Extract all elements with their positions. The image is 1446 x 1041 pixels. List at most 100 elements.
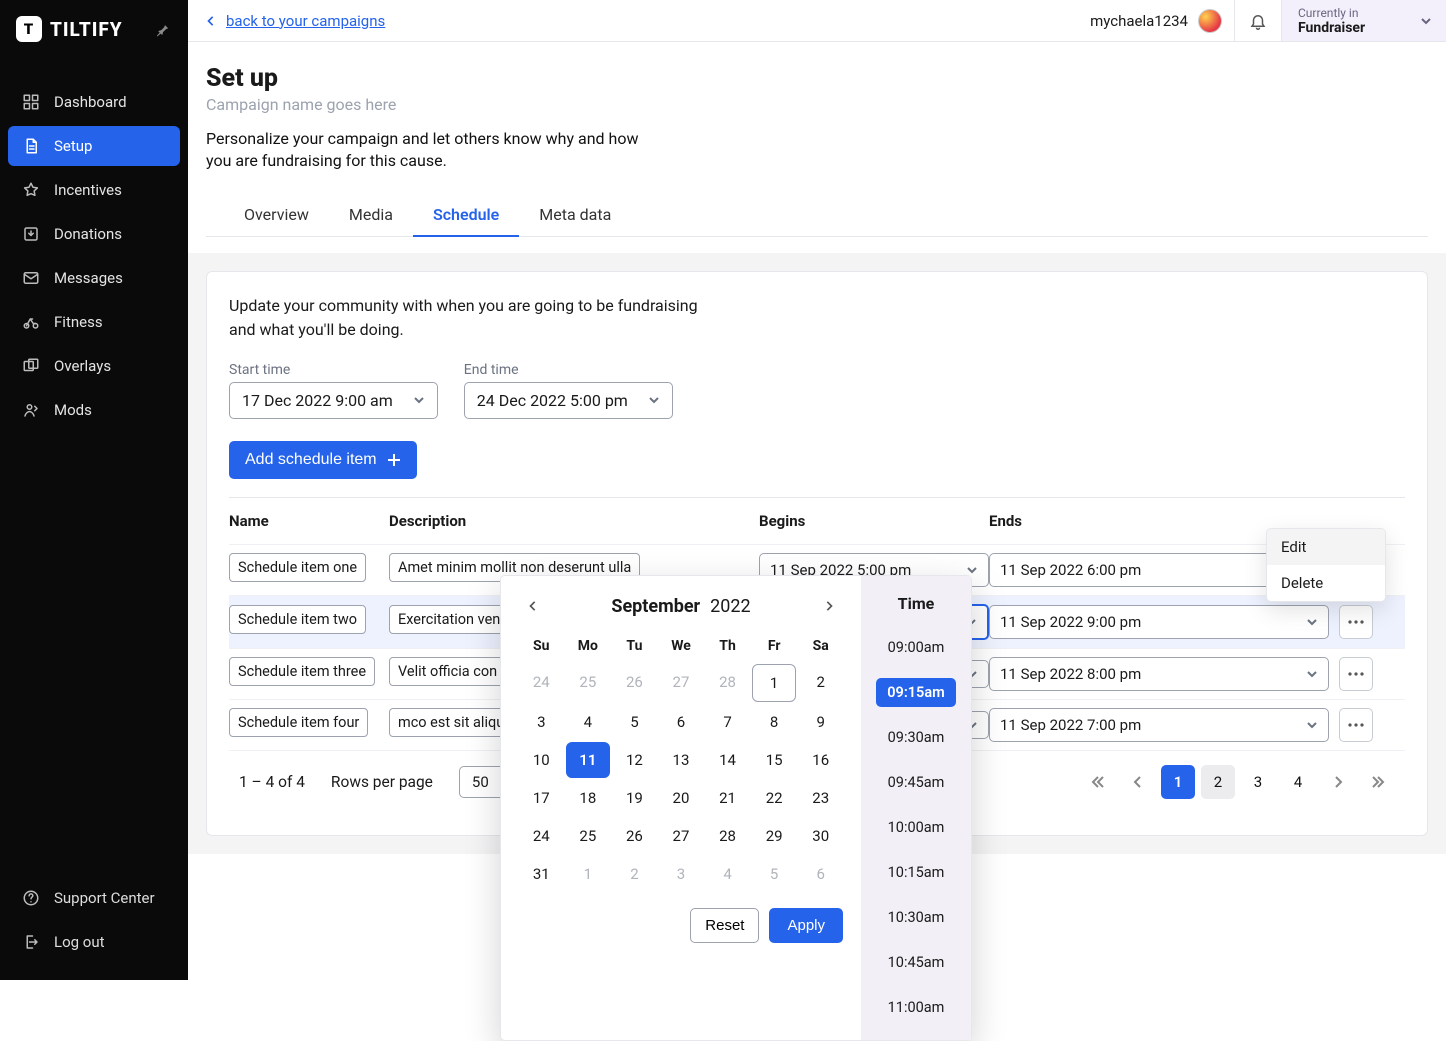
calendar-day[interactable]: 13 xyxy=(659,742,704,778)
page-2[interactable]: 2 xyxy=(1201,765,1235,799)
calendar-day[interactable]: 7 xyxy=(705,704,750,740)
row-name[interactable]: Schedule item four xyxy=(229,708,368,737)
calendar-day[interactable]: 24 xyxy=(519,664,564,702)
context-label: Currently in xyxy=(1298,6,1406,20)
context-switcher[interactable]: Currently in Fundraiser xyxy=(1281,0,1446,41)
apply-button[interactable]: Apply xyxy=(769,908,843,943)
calendar-day[interactable]: 19 xyxy=(612,780,657,816)
page-first[interactable] xyxy=(1081,765,1115,799)
next-month-button[interactable] xyxy=(815,592,843,620)
tab-overview[interactable]: Overview xyxy=(224,195,329,236)
page-prev[interactable] xyxy=(1121,765,1155,799)
tab-media[interactable]: Media xyxy=(329,195,413,236)
calendar-day[interactable]: 26 xyxy=(612,818,657,854)
calendar-day[interactable]: 15 xyxy=(752,742,797,778)
calendar-day[interactable]: 31 xyxy=(519,856,564,892)
calendar-day[interactable]: 5 xyxy=(752,856,797,892)
calendar-day[interactable]: 5 xyxy=(612,704,657,740)
sidebar-item-mods[interactable]: Mods xyxy=(8,390,180,430)
calendar-day[interactable]: 29 xyxy=(752,818,797,854)
calendar-day[interactable]: 3 xyxy=(659,856,704,892)
sidebar-item-support-center[interactable]: Support Center xyxy=(8,878,180,918)
row-ends-input[interactable]: 11 Sep 2022 8:00 pm xyxy=(989,657,1329,691)
row-more-button[interactable] xyxy=(1339,605,1373,639)
page-4[interactable]: 4 xyxy=(1281,765,1315,799)
add-schedule-item-button[interactable]: Add schedule item xyxy=(229,441,417,479)
menu-item-delete[interactable]: Delete xyxy=(1267,565,1385,601)
sidebar-item-donations[interactable]: Donations xyxy=(8,214,180,254)
calendar-day[interactable]: 6 xyxy=(659,704,704,740)
calendar-day[interactable]: 3 xyxy=(519,704,564,740)
sidebar-item-overlays[interactable]: Overlays xyxy=(8,346,180,386)
calendar-day[interactable]: 4 xyxy=(566,704,611,740)
sidebar-item-fitness[interactable]: Fitness xyxy=(8,302,180,342)
page-last[interactable] xyxy=(1361,765,1395,799)
calendar-day[interactable]: 1 xyxy=(566,856,611,892)
row-description[interactable]: Velit officia con xyxy=(389,657,506,686)
time-slot[interactable]: 09:15am xyxy=(876,678,956,707)
calendar-day[interactable]: 12 xyxy=(612,742,657,778)
tab-meta-data[interactable]: Meta data xyxy=(519,195,631,236)
row-name[interactable]: Schedule item three xyxy=(229,657,375,686)
prev-month-button[interactable] xyxy=(519,592,547,620)
calendar-day[interactable]: 23 xyxy=(798,780,843,816)
reset-button[interactable]: Reset xyxy=(690,908,759,943)
calendar-day[interactable]: 24 xyxy=(519,818,564,854)
user-block[interactable]: mychaela1234 xyxy=(1078,0,1234,41)
sidebar-item-setup[interactable]: Setup xyxy=(8,126,180,166)
calendar-day[interactable]: 22 xyxy=(752,780,797,816)
calendar-day[interactable]: 2 xyxy=(798,664,843,702)
sidebar-item-messages[interactable]: Messages xyxy=(8,258,180,298)
calendar-day[interactable]: 25 xyxy=(566,818,611,854)
calendar-day[interactable]: 28 xyxy=(705,818,750,854)
calendar-day[interactable]: 21 xyxy=(705,780,750,816)
pin-icon[interactable] xyxy=(155,22,170,37)
calendar-day[interactable]: 2 xyxy=(612,856,657,892)
calendar-day[interactable]: 11 xyxy=(566,742,611,778)
calendar-day[interactable]: 26 xyxy=(612,664,657,702)
calendar-day[interactable]: 14 xyxy=(705,742,750,778)
page-3[interactable]: 3 xyxy=(1241,765,1275,799)
end-time-input[interactable]: 24 Dec 2022 5:00 pm xyxy=(464,382,673,419)
sidebar-item-incentives[interactable]: Incentives xyxy=(8,170,180,210)
calendar-day[interactable]: 27 xyxy=(659,818,704,854)
calendar-day[interactable]: 10 xyxy=(519,742,564,778)
time-slot[interactable]: 11:00am xyxy=(876,993,956,1022)
calendar-day[interactable]: 6 xyxy=(798,856,843,892)
time-slot[interactable]: 09:00am xyxy=(876,633,956,662)
sidebar-item-dashboard[interactable]: Dashboard xyxy=(8,82,180,122)
time-slot[interactable]: 10:30am xyxy=(876,903,956,932)
calendar-day[interactable]: 16 xyxy=(798,742,843,778)
page-1[interactable]: 1 xyxy=(1161,765,1195,799)
row-name[interactable]: Schedule item two xyxy=(229,605,366,634)
calendar-day[interactable]: 30 xyxy=(798,818,843,854)
calendar-day[interactable]: 27 xyxy=(659,664,704,702)
time-slot[interactable]: 10:15am xyxy=(876,858,956,887)
row-description[interactable]: mco est sit aliqu xyxy=(389,708,513,737)
calendar-day[interactable]: 20 xyxy=(659,780,704,816)
calendar-day[interactable]: 4 xyxy=(705,856,750,892)
time-slot[interactable]: 09:30am xyxy=(876,723,956,752)
menu-item-edit[interactable]: Edit xyxy=(1267,529,1385,565)
row-ends-input[interactable]: 11 Sep 2022 9:00 pm xyxy=(989,605,1329,639)
calendar-day[interactable]: 28 xyxy=(705,664,750,702)
sidebar-item-log-out[interactable]: Log out xyxy=(8,922,180,962)
start-time-input[interactable]: 17 Dec 2022 9:00 am xyxy=(229,382,438,419)
calendar-day[interactable]: 8 xyxy=(752,704,797,740)
row-more-button[interactable] xyxy=(1339,657,1373,691)
calendar-day[interactable]: 1 xyxy=(752,664,797,702)
calendar-day[interactable]: 25 xyxy=(566,664,611,702)
calendar-day[interactable]: 9 xyxy=(798,704,843,740)
notifications-button[interactable] xyxy=(1234,0,1281,41)
time-slot[interactable]: 10:45am xyxy=(876,948,956,977)
time-slot[interactable]: 09:45am xyxy=(876,768,956,797)
row-more-button[interactable] xyxy=(1339,708,1373,742)
time-slot[interactable]: 10:00am xyxy=(876,813,956,842)
row-name[interactable]: Schedule item one xyxy=(229,553,366,582)
back-link[interactable]: back to your campaigns xyxy=(206,12,385,30)
page-next[interactable] xyxy=(1321,765,1355,799)
calendar-day[interactable]: 18 xyxy=(566,780,611,816)
row-ends-input[interactable]: 11 Sep 2022 7:00 pm xyxy=(989,708,1329,742)
tab-schedule[interactable]: Schedule xyxy=(413,195,519,236)
calendar-day[interactable]: 17 xyxy=(519,780,564,816)
